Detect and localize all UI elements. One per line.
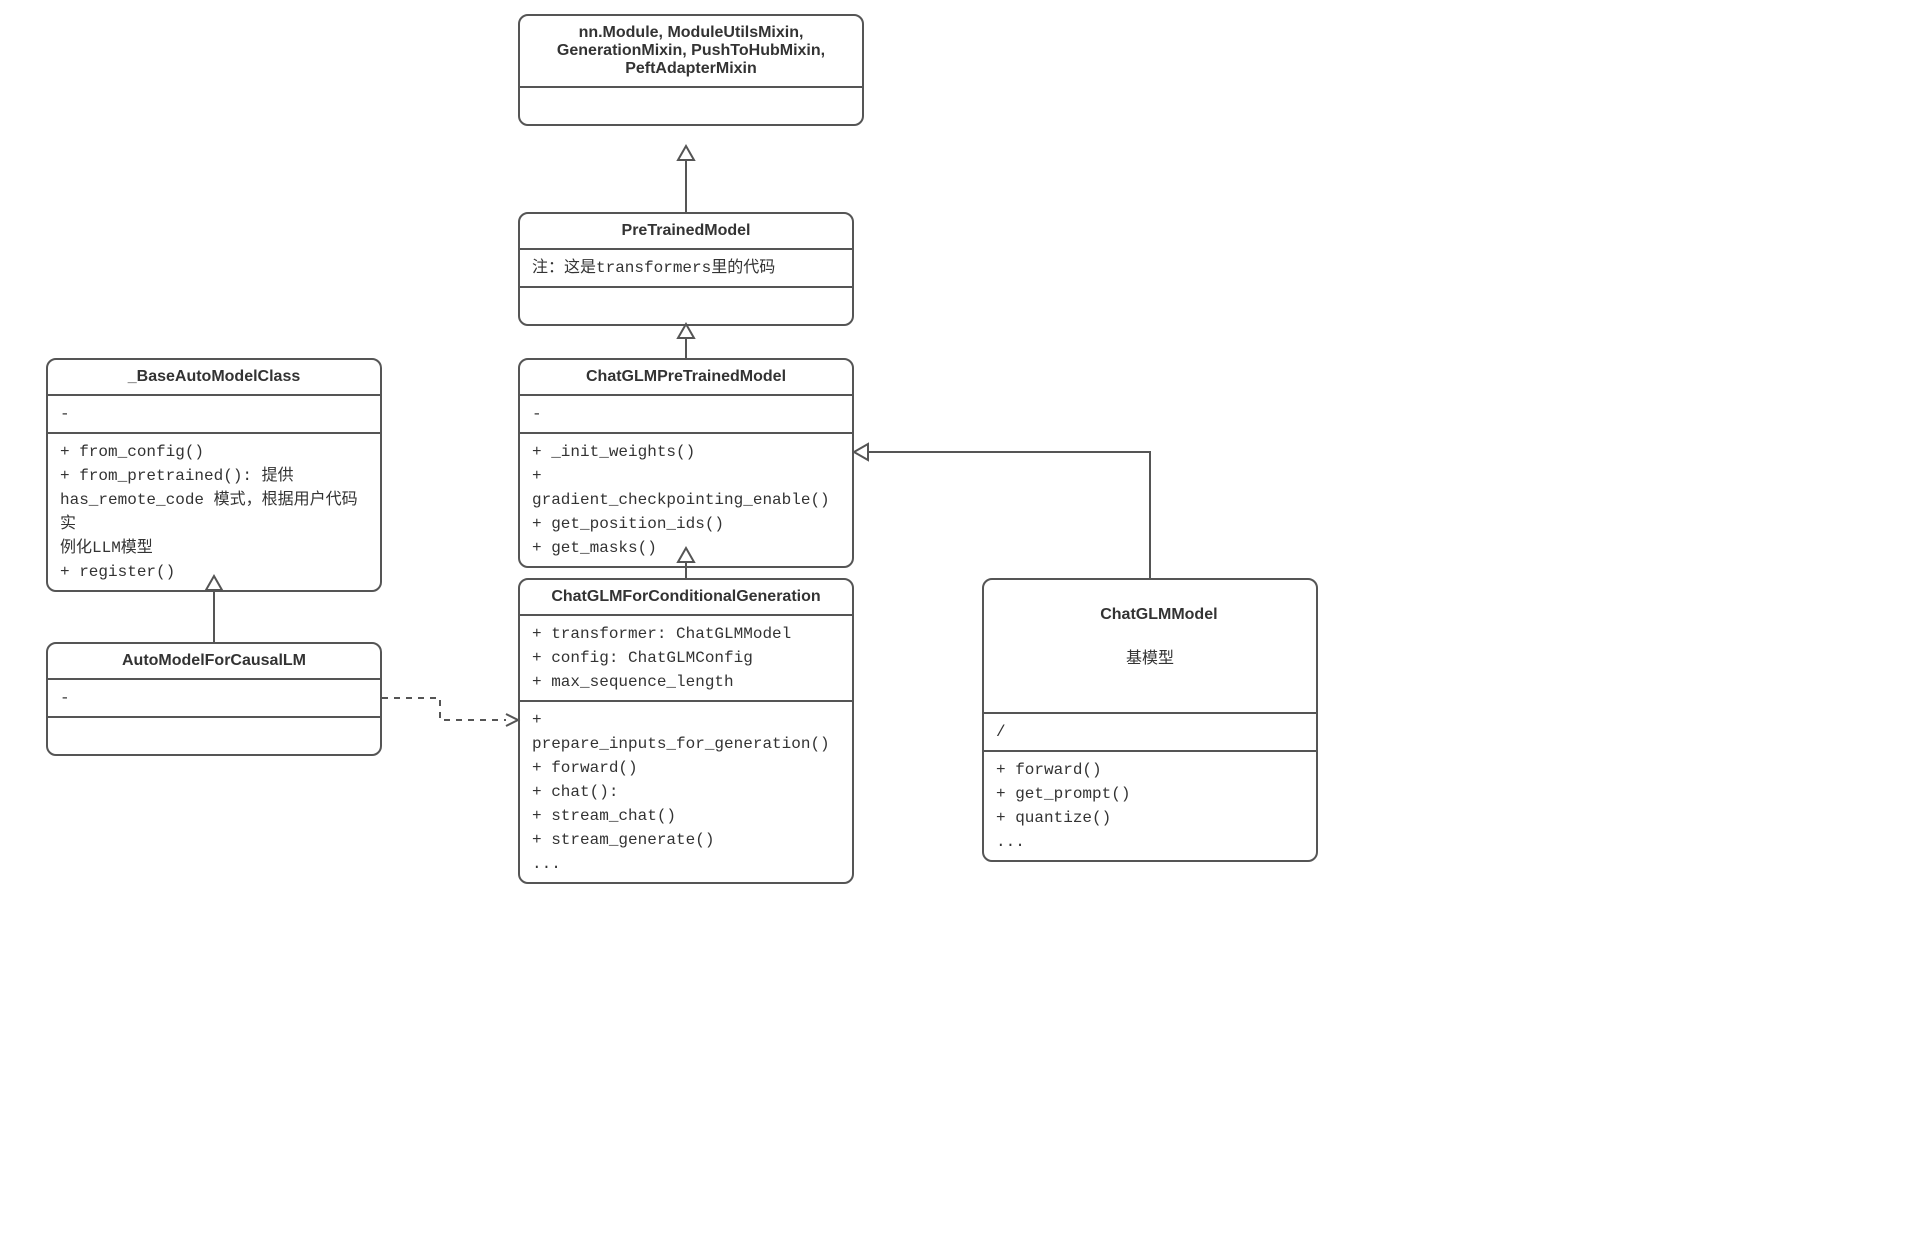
class-title: PreTrainedModel xyxy=(520,214,852,250)
arrowhead-icon xyxy=(854,444,868,460)
class-attrs: / xyxy=(984,714,1316,752)
class-title-text: ChatGLMModel xyxy=(1100,606,1217,623)
class-attrs: + transformer: ChatGLMModel + config: Ch… xyxy=(520,616,852,702)
arrowhead-icon xyxy=(678,324,694,338)
class-ops: + prepare_inputs_for_generation() + forw… xyxy=(520,702,852,882)
uml-connectors: ChatGLMForConditionalGeneration (dashed … xyxy=(0,0,1914,1252)
class-ops xyxy=(48,718,380,754)
uml-class-chatglmforconditionalgeneration: ChatGLMForConditionalGeneration + transf… xyxy=(518,578,854,884)
class-attrs: 注：这是transformers里的代码 xyxy=(520,250,852,288)
uml-class-automodelforcausallm: AutoModelForCausalLM - xyxy=(46,642,382,756)
class-subtitle: 基模型 xyxy=(996,644,1304,668)
class-title: ChatGLMForConditionalGeneration xyxy=(520,580,852,616)
class-ops xyxy=(520,288,852,324)
class-attrs: - xyxy=(48,680,380,718)
openarrow-icon xyxy=(506,714,518,726)
class-attrs: - xyxy=(520,396,852,434)
class-title: ChatGLMModel 基模型 xyxy=(984,580,1316,714)
class-title: nn.Module, ModuleUtilsMixin, GenerationM… xyxy=(520,16,862,88)
uml-class-pretrainedmodel: PreTrainedModel 注：这是transformers里的代码 xyxy=(518,212,854,326)
class-ops: + _init_weights() + gradient_checkpointi… xyxy=(520,434,852,566)
uml-class-mixins: nn.Module, ModuleUtilsMixin, GenerationM… xyxy=(518,14,864,126)
class-attrs xyxy=(520,88,862,124)
class-title: ChatGLMPreTrainedModel xyxy=(520,360,852,396)
uml-class-chatglmmodel: ChatGLMModel 基模型 / + forward() + get_pro… xyxy=(982,578,1318,862)
class-attrs: - xyxy=(48,396,380,434)
class-title: AutoModelForCausalLM xyxy=(48,644,380,680)
class-ops: + forward() + get_prompt() + quantize() … xyxy=(984,752,1316,860)
arrowhead-icon xyxy=(678,146,694,160)
uml-class-baseautomodelclass: _BaseAutoModelClass - + from_config() + … xyxy=(46,358,382,592)
class-ops: + from_config() + from_pretrained(): 提供 … xyxy=(48,434,380,590)
class-title: _BaseAutoModelClass xyxy=(48,360,380,396)
uml-class-chatglmpretrainedmodel: ChatGLMPreTrainedModel - + _init_weights… xyxy=(518,358,854,568)
